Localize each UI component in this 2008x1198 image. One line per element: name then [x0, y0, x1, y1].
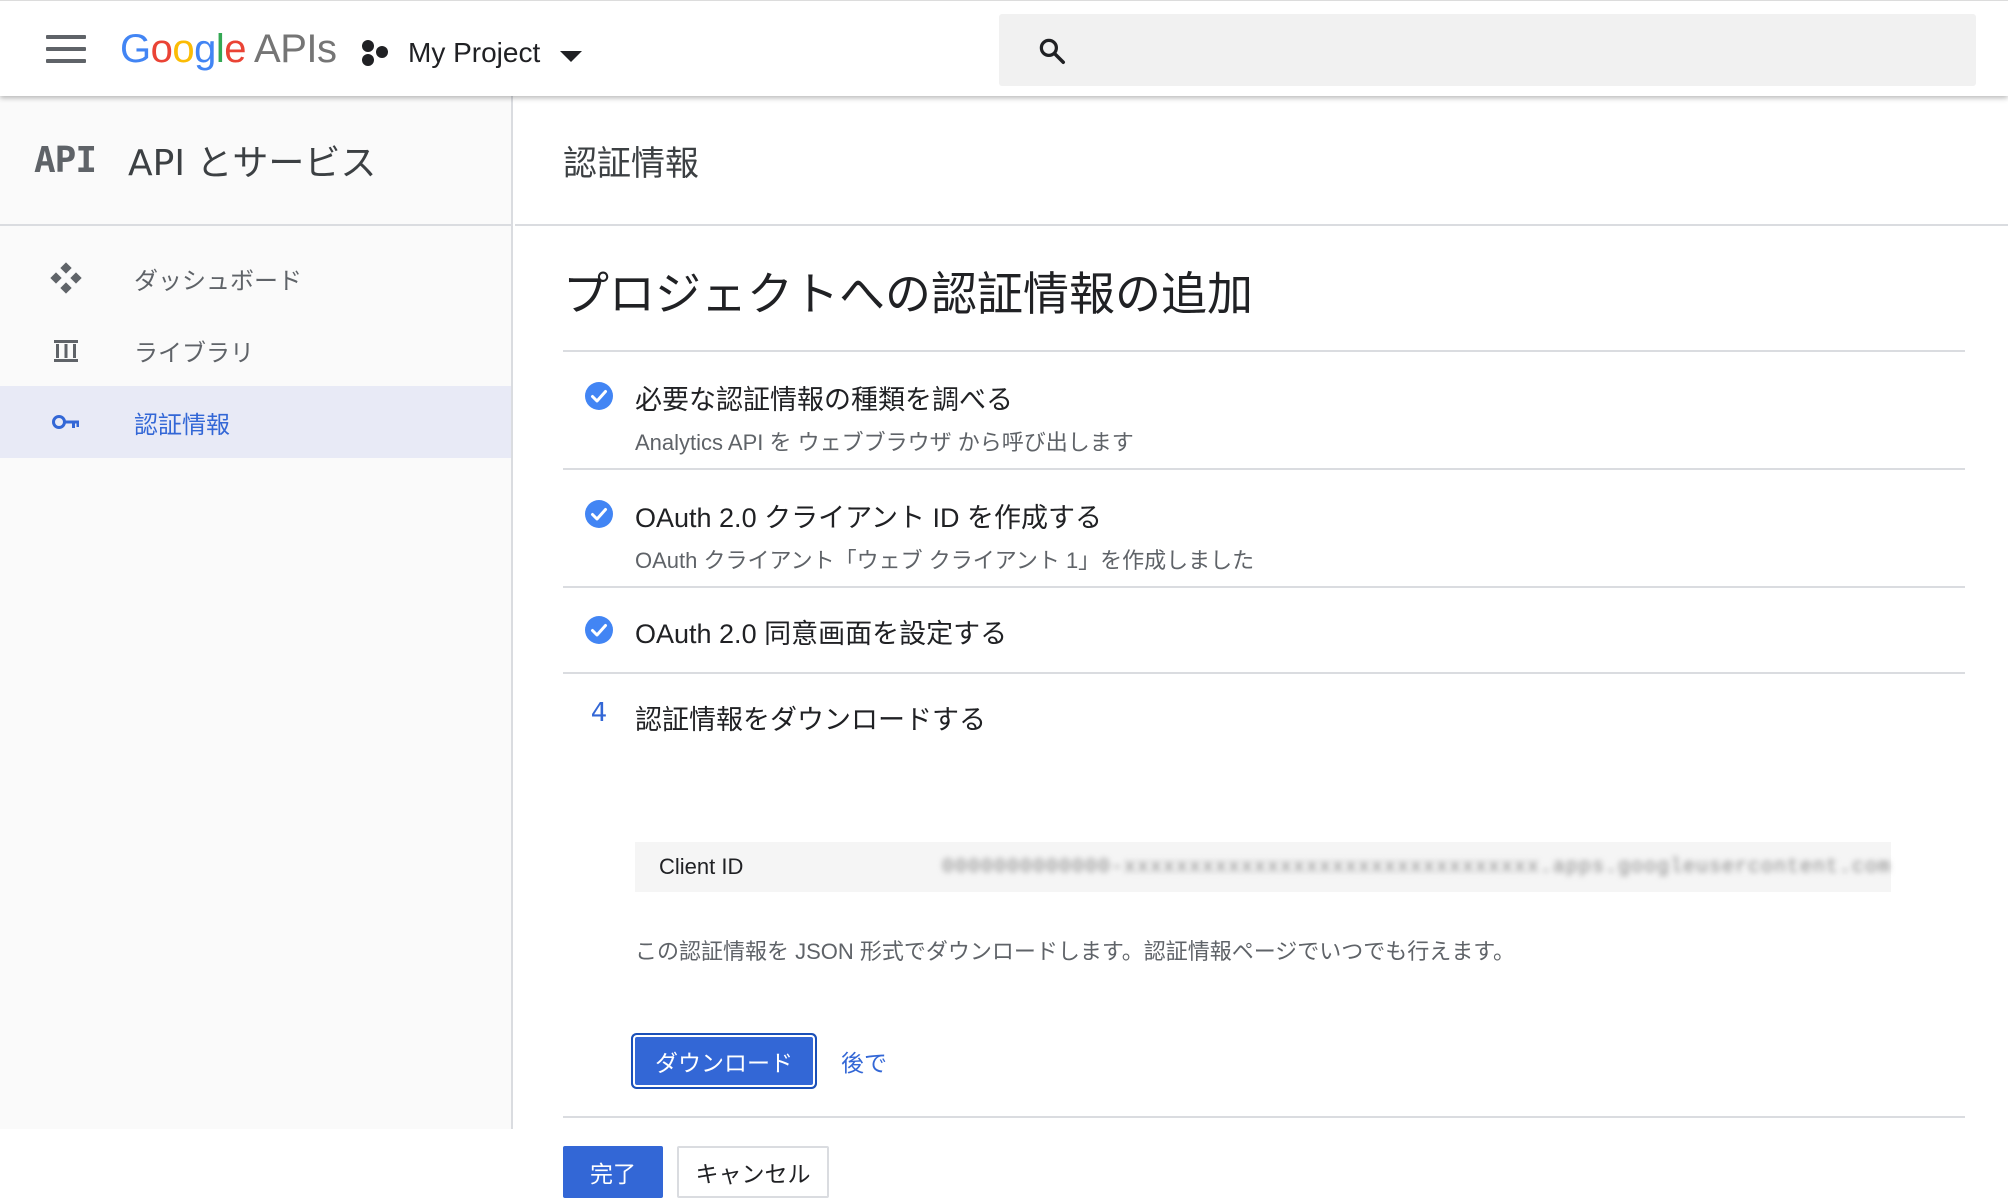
step-1[interactable]: 必要な認証情報の種類を調べる Analytics API を ウェブブラウザ か… — [563, 350, 1965, 468]
download-description: この認証情報を JSON 形式でダウンロードします。認証情報ページでいつでも行え… — [635, 939, 1516, 964]
step-title: OAuth 2.0 クライアント ID を作成する — [635, 503, 1103, 533]
step-number: 4 — [590, 698, 608, 728]
chevron-down-icon — [560, 50, 583, 62]
sidebar-nav: ダッシュボード ライブラリ 認証情報 — [0, 226, 511, 458]
main-header: 認証情報 — [515, 96, 2008, 226]
key-icon — [50, 406, 82, 438]
search-input[interactable] — [999, 14, 1976, 86]
step-subtitle: Analytics API を ウェブブラウザ から呼び出します — [635, 430, 1134, 455]
sidebar-item-label: ダッシュボード — [134, 266, 302, 295]
client-id-value[interactable]: 0000000000000-xxxxxxxxxxxxxxxxxxxxxxxxxx… — [942, 856, 1891, 879]
sidebar: API API とサービス ダッシュボード ライブラリ 認証情報 — [0, 96, 513, 1129]
sidebar-item-dashboard[interactable]: ダッシュボード — [0, 242, 511, 314]
check-circle-icon — [585, 382, 613, 410]
done-button[interactable]: 完了 — [563, 1146, 663, 1198]
sidebar-item-label: 認証情報 — [134, 410, 230, 439]
main-content: 認証情報 プロジェクトへの認証情報の追加 必要な認証情報の種類を調べる Anal… — [515, 96, 2008, 1198]
dashboard-icon — [50, 262, 82, 294]
api-logo-icon: API — [34, 139, 97, 181]
check-circle-icon — [585, 500, 613, 528]
sidebar-item-label: ライブラリ — [134, 338, 254, 367]
sidebar-title: API とサービス — [128, 143, 377, 184]
search-icon — [1039, 38, 1065, 64]
top-app-bar: Google APIs My Project — [0, 0, 2008, 96]
step-3[interactable]: OAuth 2.0 同意画面を設定する — [563, 586, 1965, 672]
project-dots-icon — [362, 38, 392, 68]
page-header-title: 認証情報 — [563, 143, 699, 184]
download-button[interactable]: ダウンロード — [635, 1037, 813, 1085]
project-name: My Project — [408, 37, 541, 68]
divider — [563, 1116, 1965, 1118]
client-id-label: Client ID — [659, 854, 744, 879]
wizard-content: プロジェクトへの認証情報の追加 必要な認証情報の種類を調べる Analytics… — [563, 226, 1965, 1198]
later-link[interactable]: 後で — [841, 1044, 887, 1078]
google-apis-logo[interactable]: Google APIs — [120, 27, 337, 72]
client-id-row: Client ID 0000000000000-xxxxxxxxxxxxxxxx… — [635, 842, 1891, 892]
step-2[interactable]: OAuth 2.0 クライアント ID を作成する OAuth クライアント「ウ… — [563, 468, 1965, 586]
page-title: プロジェクトへの認証情報の追加 — [563, 267, 1253, 321]
library-icon — [50, 334, 82, 366]
cancel-button[interactable]: キャンセル — [677, 1146, 829, 1198]
step-title: OAuth 2.0 同意画面を設定する — [635, 619, 1008, 649]
sidebar-item-library[interactable]: ライブラリ — [0, 314, 511, 386]
sidebar-header: API API とサービス — [0, 96, 511, 226]
step-title: 認証情報をダウンロードする — [635, 705, 986, 735]
check-circle-icon — [585, 616, 613, 644]
step-subtitle: OAuth クライアント「ウェブ クライアント 1」を作成しました — [635, 548, 1255, 573]
sidebar-item-credentials[interactable]: 認証情報 — [0, 386, 511, 458]
hamburger-menu-icon[interactable] — [46, 35, 86, 63]
project-selector[interactable]: My Project — [362, 33, 583, 73]
step-title: 必要な認証情報の種類を調べる — [635, 385, 1013, 415]
